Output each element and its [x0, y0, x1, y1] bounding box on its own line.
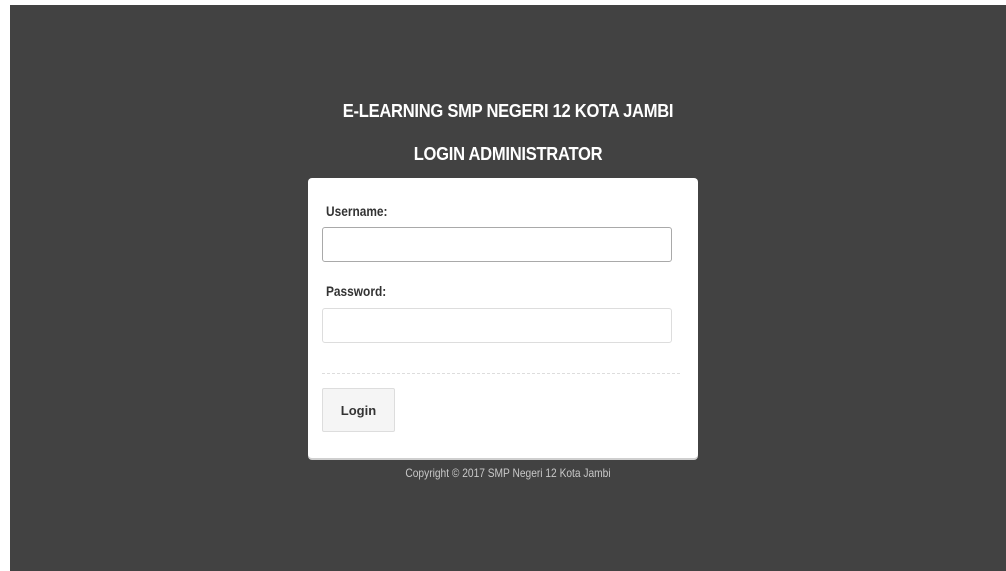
- page-title: LOGIN ADMINISTRATOR: [413, 144, 603, 164]
- login-screen: E-LEARNING SMP NEGERI 12 KOTA JAMBI LOGI…: [10, 5, 1006, 571]
- username-input[interactable]: [322, 227, 672, 262]
- form-divider: [322, 373, 680, 374]
- app-title: E-LEARNING SMP NEGERI 12 KOTA JAMBI: [342, 101, 674, 121]
- copyright-text: Copyright © 2017 SMP Negeri 12 Kota Jamb…: [405, 466, 611, 480]
- password-input[interactable]: [322, 308, 672, 343]
- username-label: Username:: [326, 203, 388, 219]
- login-form: Username: Password: Login: [308, 178, 698, 458]
- login-button[interactable]: Login: [322, 388, 395, 432]
- password-label: Password:: [326, 283, 387, 299]
